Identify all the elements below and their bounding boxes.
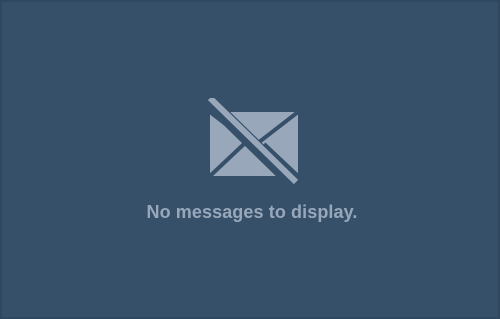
empty-state-message: No messages to display.	[146, 202, 358, 222]
messages-panel: No messages to display.	[0, 0, 500, 319]
mail-crossed-out-icon	[204, 98, 300, 184]
empty-state: No messages to display.	[2, 98, 500, 223]
